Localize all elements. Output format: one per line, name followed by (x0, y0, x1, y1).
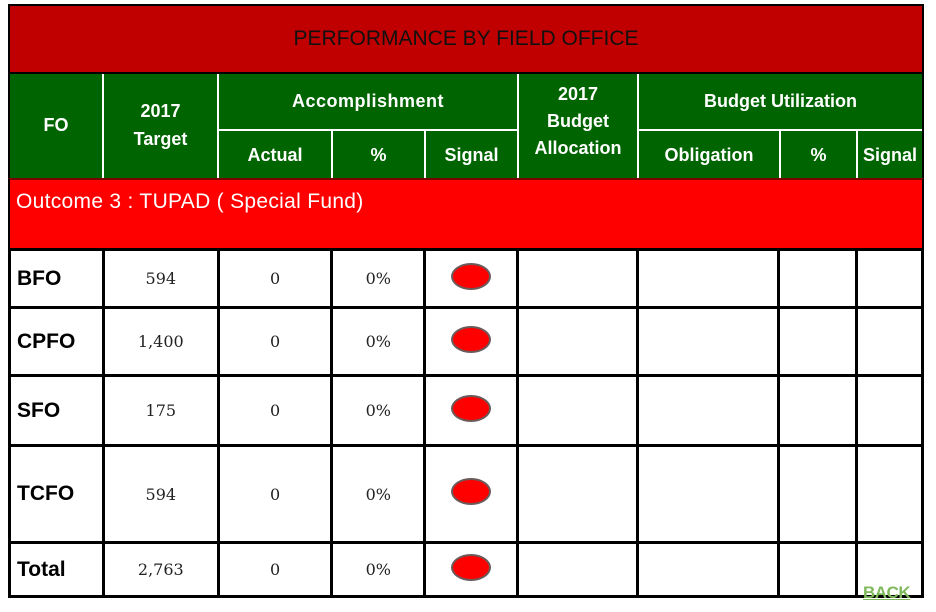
header-allocation-label: Allocation (534, 137, 622, 158)
performance-table: BFO 594 0 0% CPFO 1,400 0 0% SFO 175 0 0… (8, 248, 924, 598)
bu-signal-cell (855, 374, 924, 447)
header-target-year: 2017 (140, 101, 181, 122)
signal-cell (423, 444, 520, 544)
header-bu-signal: Signal (858, 131, 922, 178)
bu-signal-cell (855, 444, 924, 544)
header-acc-percent-label: % (370, 144, 387, 165)
page-title: PERFORMANCE BY FIELD OFFICE (8, 4, 924, 74)
budget-allocation-cell (516, 306, 639, 377)
header-actual-label: Actual (247, 144, 303, 165)
red-signal-icon (451, 262, 492, 290)
red-signal-icon (451, 478, 492, 505)
obligation-cell (635, 541, 781, 598)
bu-signal-cell (855, 248, 924, 309)
fo-cell: CPFO (8, 306, 105, 377)
budget-allocation-cell (516, 444, 639, 544)
target-cell: 2,763 (101, 541, 220, 598)
header-target-label: Target (133, 129, 188, 149)
header-bu-signal-label: Signal (862, 144, 917, 165)
budget-allocation-cell (516, 374, 639, 447)
percent-cell: 0% (330, 541, 427, 598)
header-bu-percent: % (781, 131, 856, 178)
bu-signal-cell (855, 306, 924, 377)
obligation-cell (635, 306, 781, 377)
back-link[interactable]: BACK (863, 583, 911, 603)
red-signal-icon (451, 394, 492, 422)
signal-cell (423, 306, 520, 377)
header-acc-percent: % (333, 131, 424, 178)
budget-allocation-cell (516, 541, 639, 598)
header-fo-label: FO (43, 115, 69, 136)
performance-slide: PERFORMANCE BY FIELD OFFICE FO 2017 Targ… (8, 4, 924, 598)
table-row: BFO 594 0 0% (8, 248, 924, 309)
fo-cell: TCFO (8, 444, 105, 544)
obligation-cell (635, 374, 781, 447)
header-budget-allocation: 2017 Budget Allocation (519, 74, 637, 178)
table-row: SFO 175 0 0% (8, 374, 924, 447)
red-signal-icon (451, 553, 492, 581)
header-budget-year: 2017 (557, 83, 599, 104)
percent-cell: 0% (330, 374, 427, 447)
actual-cell: 0 (216, 374, 334, 447)
table-row: CPFO 1,400 0 0% (8, 306, 924, 377)
outcome-label: Outcome 3 : TUPAD ( Special Fund) (16, 190, 364, 213)
obligation-cell (635, 248, 781, 309)
header-budget-utilization: Budget Utilization (639, 74, 922, 129)
header-budget-label: Budget (547, 110, 609, 131)
header-target: 2017 Target (104, 74, 217, 178)
header-acc-signal: Signal (426, 131, 517, 178)
signal-cell (423, 248, 520, 309)
page-title-text: PERFORMANCE BY FIELD OFFICE (293, 27, 639, 50)
header-accomplishment: Accomplishment (219, 74, 517, 129)
bu-percent-cell (777, 306, 859, 377)
actual-cell: 0 (216, 248, 334, 309)
header-obligation: Obligation (639, 131, 779, 178)
obligation-cell (635, 444, 781, 544)
fo-cell: BFO (8, 248, 105, 309)
outcome-banner: Outcome 3 : TUPAD ( Special Fund) (8, 178, 924, 250)
header-obligation-label: Obligation (664, 144, 754, 165)
signal-cell (423, 541, 520, 598)
table-row-total: Total 2,763 0 0% (8, 541, 924, 598)
target-cell: 594 (101, 444, 220, 544)
header-budget-utilization-label: Budget Utilization (704, 90, 857, 111)
actual-cell: 0 (216, 444, 334, 544)
bu-percent-cell (777, 248, 859, 309)
percent-cell: 0% (330, 444, 427, 544)
table-row: TCFO 594 0 0% (8, 444, 924, 544)
table-header: FO 2017 Target Accomplishment Actual % S… (8, 74, 924, 178)
actual-cell: 0 (216, 541, 334, 598)
bu-percent-cell (777, 374, 859, 447)
header-actual: Actual (219, 131, 331, 178)
target-cell: 175 (101, 374, 220, 447)
signal-cell (423, 374, 520, 447)
percent-cell: 0% (330, 248, 427, 309)
target-cell: 594 (101, 248, 220, 309)
bu-percent-cell (777, 541, 859, 598)
header-fo: FO (10, 74, 102, 178)
red-signal-icon (451, 325, 492, 353)
fo-cell: SFO (8, 374, 105, 447)
header-bu-percent-label: % (810, 144, 827, 165)
target-cell: 1,400 (101, 306, 220, 377)
bu-percent-cell (777, 444, 859, 544)
fo-cell: Total (8, 541, 105, 598)
header-acc-signal-label: Signal (444, 144, 499, 165)
budget-allocation-cell (516, 248, 639, 309)
percent-cell: 0% (330, 306, 427, 377)
header-accomplishment-label: Accomplishment (291, 90, 445, 111)
actual-cell: 0 (216, 306, 334, 377)
